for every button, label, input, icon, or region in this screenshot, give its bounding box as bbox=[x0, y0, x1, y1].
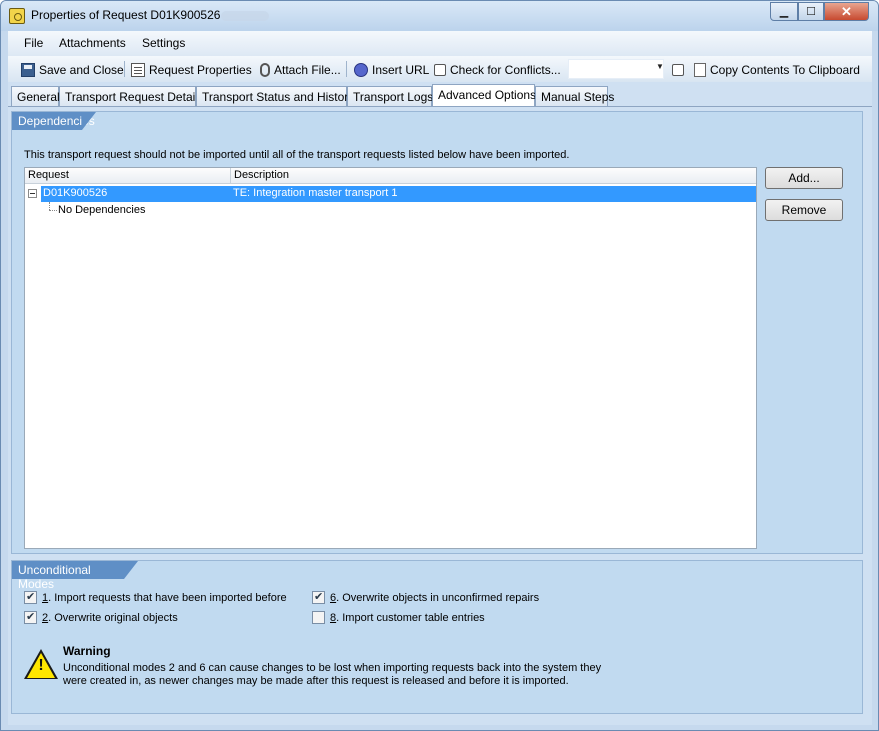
maximize-button[interactable]: ☐ bbox=[798, 2, 824, 21]
tab-manual-steps[interactable]: Manual Steps bbox=[535, 86, 614, 106]
mode-1-checkbox[interactable]: 1. Import requests that have been import… bbox=[24, 590, 287, 604]
conflicts-icon bbox=[434, 64, 446, 76]
tree-connector bbox=[49, 202, 50, 210]
warning-text: Unconditional modes 2 and 6 can cause ch… bbox=[63, 662, 602, 687]
window-client: File Attachments Settings Save and Close… bbox=[8, 31, 872, 725]
properties-window: Properties of Request D01K900526 ▁ ☐ ✕ F… bbox=[0, 0, 879, 731]
attach-file-button[interactable]: Attach File... bbox=[260, 60, 341, 80]
request-properties-label: Request Properties bbox=[149, 63, 252, 77]
tree-header: Request Description bbox=[25, 168, 756, 184]
mode-6-label: . Overwrite objects in unconfirmed repai… bbox=[336, 591, 540, 604]
conflicts-combo[interactable] bbox=[568, 59, 664, 79]
mode-8-label: . Import customer table entries bbox=[336, 611, 485, 624]
window-title: Properties of Request D01K900526 bbox=[31, 8, 221, 22]
unconditional-modes-header: Unconditional Modes bbox=[12, 561, 138, 591]
remove-button-label: Remove bbox=[781, 203, 827, 217]
checkbox-checked-icon[interactable] bbox=[24, 590, 37, 604]
title-bar[interactable]: Properties of Request D01K900526 ▁ ☐ ✕ bbox=[1, 1, 878, 31]
check-conflicts-label: Check for Conflicts... bbox=[450, 63, 561, 77]
toolbar-separator bbox=[346, 61, 347, 77]
tab-advanced-options[interactable]: Advanced Options bbox=[432, 84, 536, 106]
tab-transport-status-history[interactable]: Transport Status and History bbox=[196, 86, 354, 106]
checkbox-unchecked-icon[interactable] bbox=[312, 611, 325, 624]
check-conflicts-button[interactable]: Check for Conflicts... bbox=[434, 60, 561, 80]
request-properties-button[interactable]: Request Properties bbox=[131, 60, 252, 80]
tab-transport-request-details[interactable]: Transport Request Details bbox=[59, 86, 204, 106]
column-header-request[interactable]: Request bbox=[28, 169, 69, 181]
add-dependency-button[interactable]: Add... bbox=[765, 167, 843, 189]
row-request: D01K900526 bbox=[43, 187, 108, 199]
insert-url-label: Insert URL bbox=[372, 63, 430, 77]
maximize-icon: ☐ bbox=[806, 6, 816, 18]
minimize-icon: ▁ bbox=[779, 6, 789, 18]
close-icon: ✕ bbox=[841, 3, 852, 19]
insert-url-button[interactable]: Insert URL bbox=[354, 60, 429, 80]
close-button[interactable]: ✕ bbox=[824, 2, 869, 21]
save-and-close-button[interactable]: Save and Close bbox=[21, 60, 124, 80]
conflicts-icon bbox=[672, 64, 684, 76]
add-button-label: Add... bbox=[788, 171, 820, 185]
tab-transport-logs[interactable]: Transport Logs bbox=[347, 86, 433, 106]
minimize-button[interactable]: ▁ bbox=[770, 2, 798, 21]
unconditional-modes-group: Unconditional Modes 1. Import requests t… bbox=[11, 560, 863, 714]
row-description: TE: Integration master transport 1 bbox=[233, 187, 398, 199]
warning-title: Warning bbox=[63, 644, 111, 658]
save-icon bbox=[21, 63, 35, 77]
copy-icon bbox=[694, 63, 706, 77]
dependencies-tree[interactable]: Request Description D01K900526 TE: Integ… bbox=[24, 167, 757, 549]
tree-row-selected[interactable]: D01K900526 TE: Integration master transp… bbox=[41, 186, 756, 202]
save-and-close-label: Save and Close bbox=[39, 63, 124, 77]
mode-6-checkbox[interactable]: 6. Overwrite objects in unconfirmed repa… bbox=[312, 590, 540, 604]
column-header-description[interactable]: Description bbox=[234, 169, 289, 181]
remove-dependency-button[interactable]: Remove bbox=[765, 199, 843, 221]
mode-1-label: . Import requests that have been importe… bbox=[48, 591, 287, 604]
mode-2-label: . Overwrite original objects bbox=[48, 611, 178, 624]
paperclip-icon bbox=[260, 63, 270, 77]
blurred-title-region bbox=[221, 11, 269, 21]
dependencies-group: Dependencies This transport request shou… bbox=[11, 111, 863, 554]
properties-icon bbox=[131, 63, 145, 77]
tree-child-row[interactable]: No Dependencies bbox=[58, 204, 145, 216]
menu-attachments[interactable]: Attachments bbox=[59, 36, 126, 50]
tree-connector bbox=[49, 210, 57, 211]
warning-exclamation-icon: ! bbox=[38, 657, 44, 674]
dependencies-header: Dependencies bbox=[12, 112, 96, 130]
toolbar-separator bbox=[124, 61, 125, 77]
chevron-down-icon[interactable]: ▼ bbox=[656, 62, 664, 71]
collapse-toggle-icon[interactable] bbox=[28, 189, 37, 198]
checkbox-checked-icon[interactable] bbox=[312, 590, 325, 604]
menu-settings[interactable]: Settings bbox=[142, 36, 185, 50]
attach-file-label: Attach File... bbox=[274, 63, 341, 77]
conflicts-action-button[interactable] bbox=[672, 60, 684, 80]
mode-2-checkbox[interactable]: 2. Overwrite original objects bbox=[24, 610, 178, 624]
globe-icon bbox=[354, 63, 368, 77]
app-icon bbox=[9, 8, 25, 24]
menu-bar: File Attachments Settings bbox=[8, 31, 872, 56]
tab-strip: General Transport Request Details Transp… bbox=[8, 84, 872, 106]
dependencies-description: This transport request should not be imp… bbox=[24, 149, 570, 161]
copy-contents-button[interactable]: Copy Contents To Clipboard bbox=[694, 60, 860, 80]
copy-contents-label: Copy Contents To Clipboard bbox=[710, 63, 860, 77]
mode-8-checkbox[interactable]: 8. Import customer table entries bbox=[312, 611, 485, 624]
column-separator[interactable] bbox=[230, 168, 231, 184]
checkbox-checked-icon[interactable] bbox=[24, 610, 37, 624]
menu-file[interactable]: File bbox=[24, 36, 43, 50]
tab-general[interactable]: General bbox=[11, 86, 60, 106]
toolbar: Save and Close Request Properties Attach… bbox=[8, 56, 872, 82]
advanced-options-panel: Dependencies This transport request shou… bbox=[8, 106, 872, 725]
